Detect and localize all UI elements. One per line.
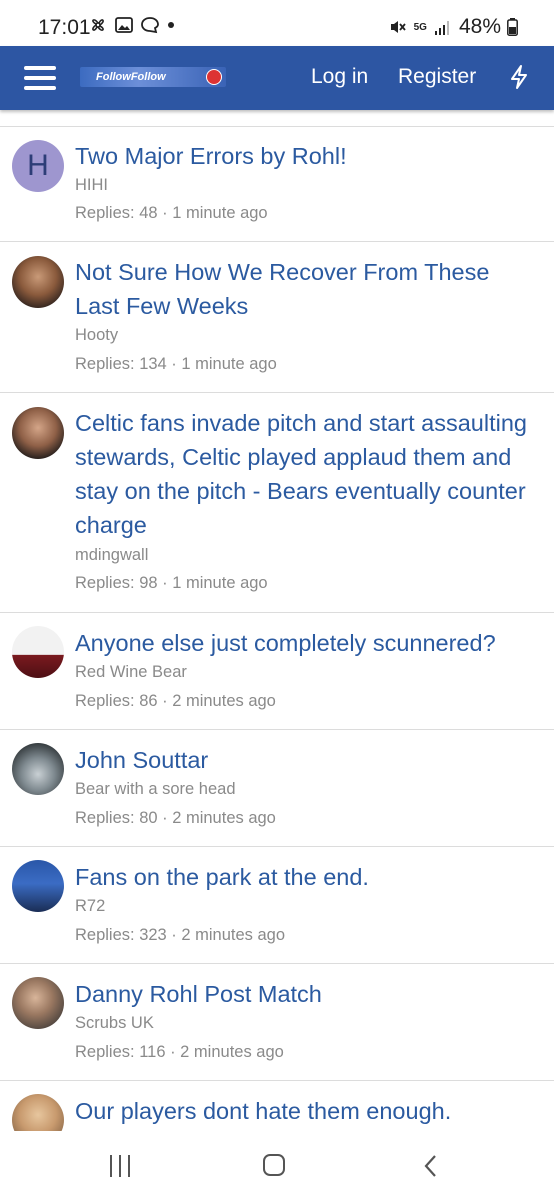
crest-icon <box>206 69 222 85</box>
thread-item[interactable]: Anyone else just completely scunnered? R… <box>0 613 554 730</box>
thread-author[interactable]: R72 <box>75 897 105 916</box>
chat-bubble-icon <box>141 17 159 34</box>
status-time: 17:01 <box>38 16 91 39</box>
register-link[interactable]: Register <box>398 65 476 89</box>
thread-meta: Replies: 134 · 1 minute ago <box>75 355 277 373</box>
thread-item[interactable]: Our players dont hate them enough. <box>0 1081 554 1131</box>
thread-title[interactable]: Danny Rohl Post Match <box>75 977 535 1011</box>
thread-meta: Replies: 86 · 2 minutes ago <box>75 692 276 710</box>
thread-meta: Replies: 116 · 2 minutes ago <box>75 1043 284 1061</box>
menu-icon[interactable] <box>24 64 56 92</box>
thread-author[interactable]: Hooty <box>75 326 118 345</box>
mute-icon <box>390 21 406 33</box>
signal-icon <box>434 21 449 35</box>
site-header: FollowFollow Log in Register <box>0 46 554 110</box>
battery-icon <box>507 18 518 36</box>
thread-meta: Replies: 98 · 1 minute ago <box>75 574 268 592</box>
thread-title[interactable]: Celtic fans invade pitch and start assau… <box>75 406 535 542</box>
thread-author[interactable]: mdingwall <box>75 546 148 565</box>
status-bar: 17:01 5G 48% <box>0 0 554 46</box>
thread-title[interactable]: Our players dont hate them enough. <box>75 1094 535 1128</box>
avatar <box>12 256 64 308</box>
thread-item[interactable]: Fans on the park at the end. R72 Replies… <box>0 847 554 964</box>
avatar <box>12 407 64 459</box>
thread-author[interactable]: Scrubs UK <box>75 1014 154 1033</box>
thread-meta: Replies: 48 · 1 minute ago <box>75 204 268 222</box>
thread-meta: Replies: 323 · 2 minutes ago <box>75 926 286 944</box>
thread-title[interactable]: Anyone else just completely scunnered? <box>75 626 535 660</box>
thread-item[interactable]: Not Sure How We Recover From These Last … <box>0 242 554 393</box>
avatar <box>12 626 64 678</box>
network-label: 5G <box>413 21 427 33</box>
avatar <box>12 743 64 795</box>
thread-author[interactable]: HIHI <box>75 176 108 195</box>
site-logo-text: FollowFollow <box>96 71 166 83</box>
thread-item[interactable]: Celtic fans invade pitch and start assau… <box>0 393 554 613</box>
thread-meta: Replies: 80 · 2 minutes ago <box>75 809 276 827</box>
avatar <box>12 977 64 1029</box>
login-link[interactable]: Log in <box>311 65 368 89</box>
back-icon[interactable] <box>420 1153 442 1179</box>
battery-percent: 48% <box>458 15 501 38</box>
avatar <box>12 860 64 912</box>
thread-item[interactable]: John Souttar Bear with a sore head Repli… <box>0 730 554 847</box>
dot-icon <box>168 22 174 28</box>
bolt-icon[interactable] <box>508 64 530 90</box>
site-logo[interactable]: FollowFollow <box>80 67 226 87</box>
thread-title[interactable]: Two Major Errors by Rohl! <box>75 139 535 173</box>
home-icon[interactable] <box>263 1154 285 1176</box>
recent-apps-icon[interactable] <box>108 1155 132 1177</box>
system-nav-bar <box>0 1131 554 1200</box>
thread-author[interactable]: Red Wine Bear <box>75 663 187 682</box>
thread-item[interactable]: Danny Rohl Post Match Scrubs UK Replies:… <box>0 964 554 1081</box>
image-icon <box>115 17 133 33</box>
avatar: H <box>12 140 64 192</box>
thread-item[interactable]: H Two Major Errors by Rohl! HIHI Replies… <box>0 127 554 242</box>
thread-title[interactable]: John Souttar <box>75 743 535 777</box>
thread-title[interactable]: Not Sure How We Recover From These Last … <box>75 255 535 323</box>
fan-icon <box>92 19 104 31</box>
thread-title[interactable]: Fans on the park at the end. <box>75 860 535 894</box>
thread-author[interactable]: Bear with a sore head <box>75 780 236 799</box>
avatar <box>12 1094 64 1131</box>
